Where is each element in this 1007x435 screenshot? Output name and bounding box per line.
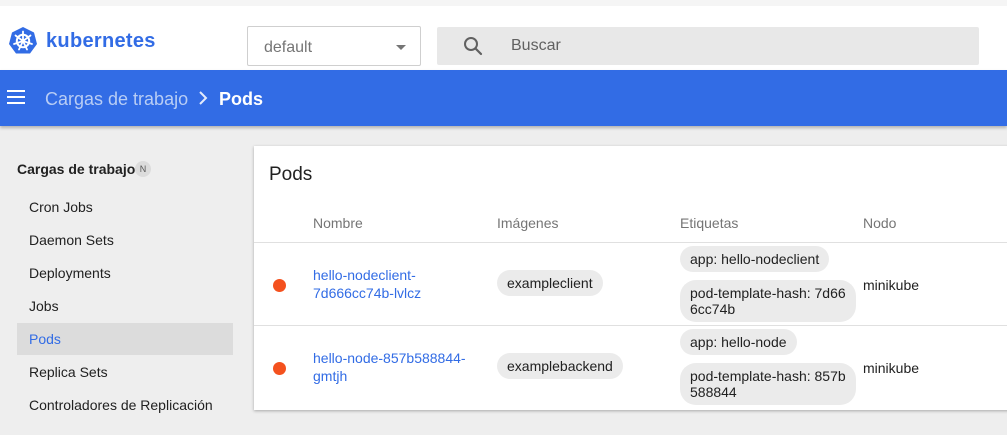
- label-chip-line: 6cc74b: [690, 301, 736, 317]
- image-chip: examplebackend: [497, 353, 623, 379]
- search-icon: [464, 37, 483, 56]
- sidebar-section-title[interactable]: Cargas de trabajo: [17, 161, 135, 177]
- column-header-name[interactable]: Nombre: [313, 215, 363, 231]
- breadcrumb-parent-link[interactable]: Cargas de trabajo: [45, 89, 188, 110]
- sidebar-item-replication-controllers[interactable]: Controladores de Replicación: [17, 389, 233, 421]
- hamburger-menu-icon[interactable]: [7, 87, 27, 109]
- row-divider: [254, 242, 1007, 243]
- namespaced-badge: N: [135, 161, 151, 177]
- kubernetes-logo[interactable]: kubernetes: [8, 26, 156, 56]
- card-title: Pods: [269, 164, 313, 185]
- node-value[interactable]: minikube: [863, 360, 919, 376]
- pods-card: Pods Nombre Imágenes Etiquetas Nodo hell…: [254, 146, 1007, 410]
- sidebar: Cargas de trabajo N Cron Jobs Daemon Set…: [0, 126, 244, 435]
- image-chip: exampleclient: [497, 270, 603, 296]
- label-chip: pod-template-hash: 857b 588844: [680, 363, 856, 405]
- label-chip-line: 588844: [690, 384, 737, 400]
- pod-name-line: hello-nodeclient-: [313, 267, 416, 283]
- namespace-value: default: [264, 39, 313, 56]
- column-header-labels: Etiquetas: [680, 215, 739, 231]
- chevron-right-icon: [199, 91, 208, 105]
- column-header-images: Imágenes: [497, 215, 559, 231]
- error-status-icon: [273, 279, 286, 292]
- pod-name-line: hello-node-857b588844-: [313, 350, 466, 366]
- sidebar-item-daemon-sets[interactable]: Daemon Sets: [17, 224, 233, 256]
- pod-name-line: gmtjh: [313, 368, 348, 384]
- breadcrumb-current: Pods: [219, 89, 264, 109]
- sidebar-item-cron-jobs[interactable]: Cron Jobs: [17, 191, 233, 223]
- dropdown-arrow-icon: [396, 45, 406, 50]
- row-divider: [254, 325, 1007, 326]
- namespace-selector[interactable]: default: [247, 26, 421, 66]
- pod-name-line: 7d666cc74b-lvlcz: [313, 285, 422, 301]
- label-chip: app: hello-node: [680, 329, 797, 355]
- sidebar-item-deployments[interactable]: Deployments: [17, 257, 233, 289]
- sidebar-item-replica-sets[interactable]: Replica Sets: [17, 356, 233, 388]
- sidebar-item-jobs[interactable]: Jobs: [17, 290, 233, 322]
- logo-text: kubernetes: [46, 29, 156, 52]
- node-value[interactable]: minikube: [863, 277, 919, 293]
- pod-name-link[interactable]: hello-nodeclient- 7d666cc74b-lvlcz: [313, 266, 421, 302]
- kubernetes-helm-icon: [9, 27, 37, 54]
- label-chip-line: pod-template-hash: 857b: [690, 368, 846, 384]
- sidebar-item-pods[interactable]: Pods: [17, 323, 233, 355]
- pod-name-link[interactable]: hello-node-857b588844- gmtjh: [313, 349, 466, 385]
- search-bar[interactable]: [437, 27, 979, 65]
- label-chip: app: hello-nodeclient: [680, 246, 830, 272]
- top-header: kubernetes default: [0, 0, 1007, 70]
- error-status-icon: [273, 362, 286, 375]
- label-chip-line: pod-template-hash: 7d66: [690, 285, 846, 301]
- label-chip: pod-template-hash: 7d66 6cc74b: [680, 280, 856, 322]
- column-header-node[interactable]: Nodo: [863, 215, 896, 231]
- search-input[interactable]: [511, 27, 951, 65]
- toolbar: Cargas de trabajo Pods: [0, 70, 1007, 126]
